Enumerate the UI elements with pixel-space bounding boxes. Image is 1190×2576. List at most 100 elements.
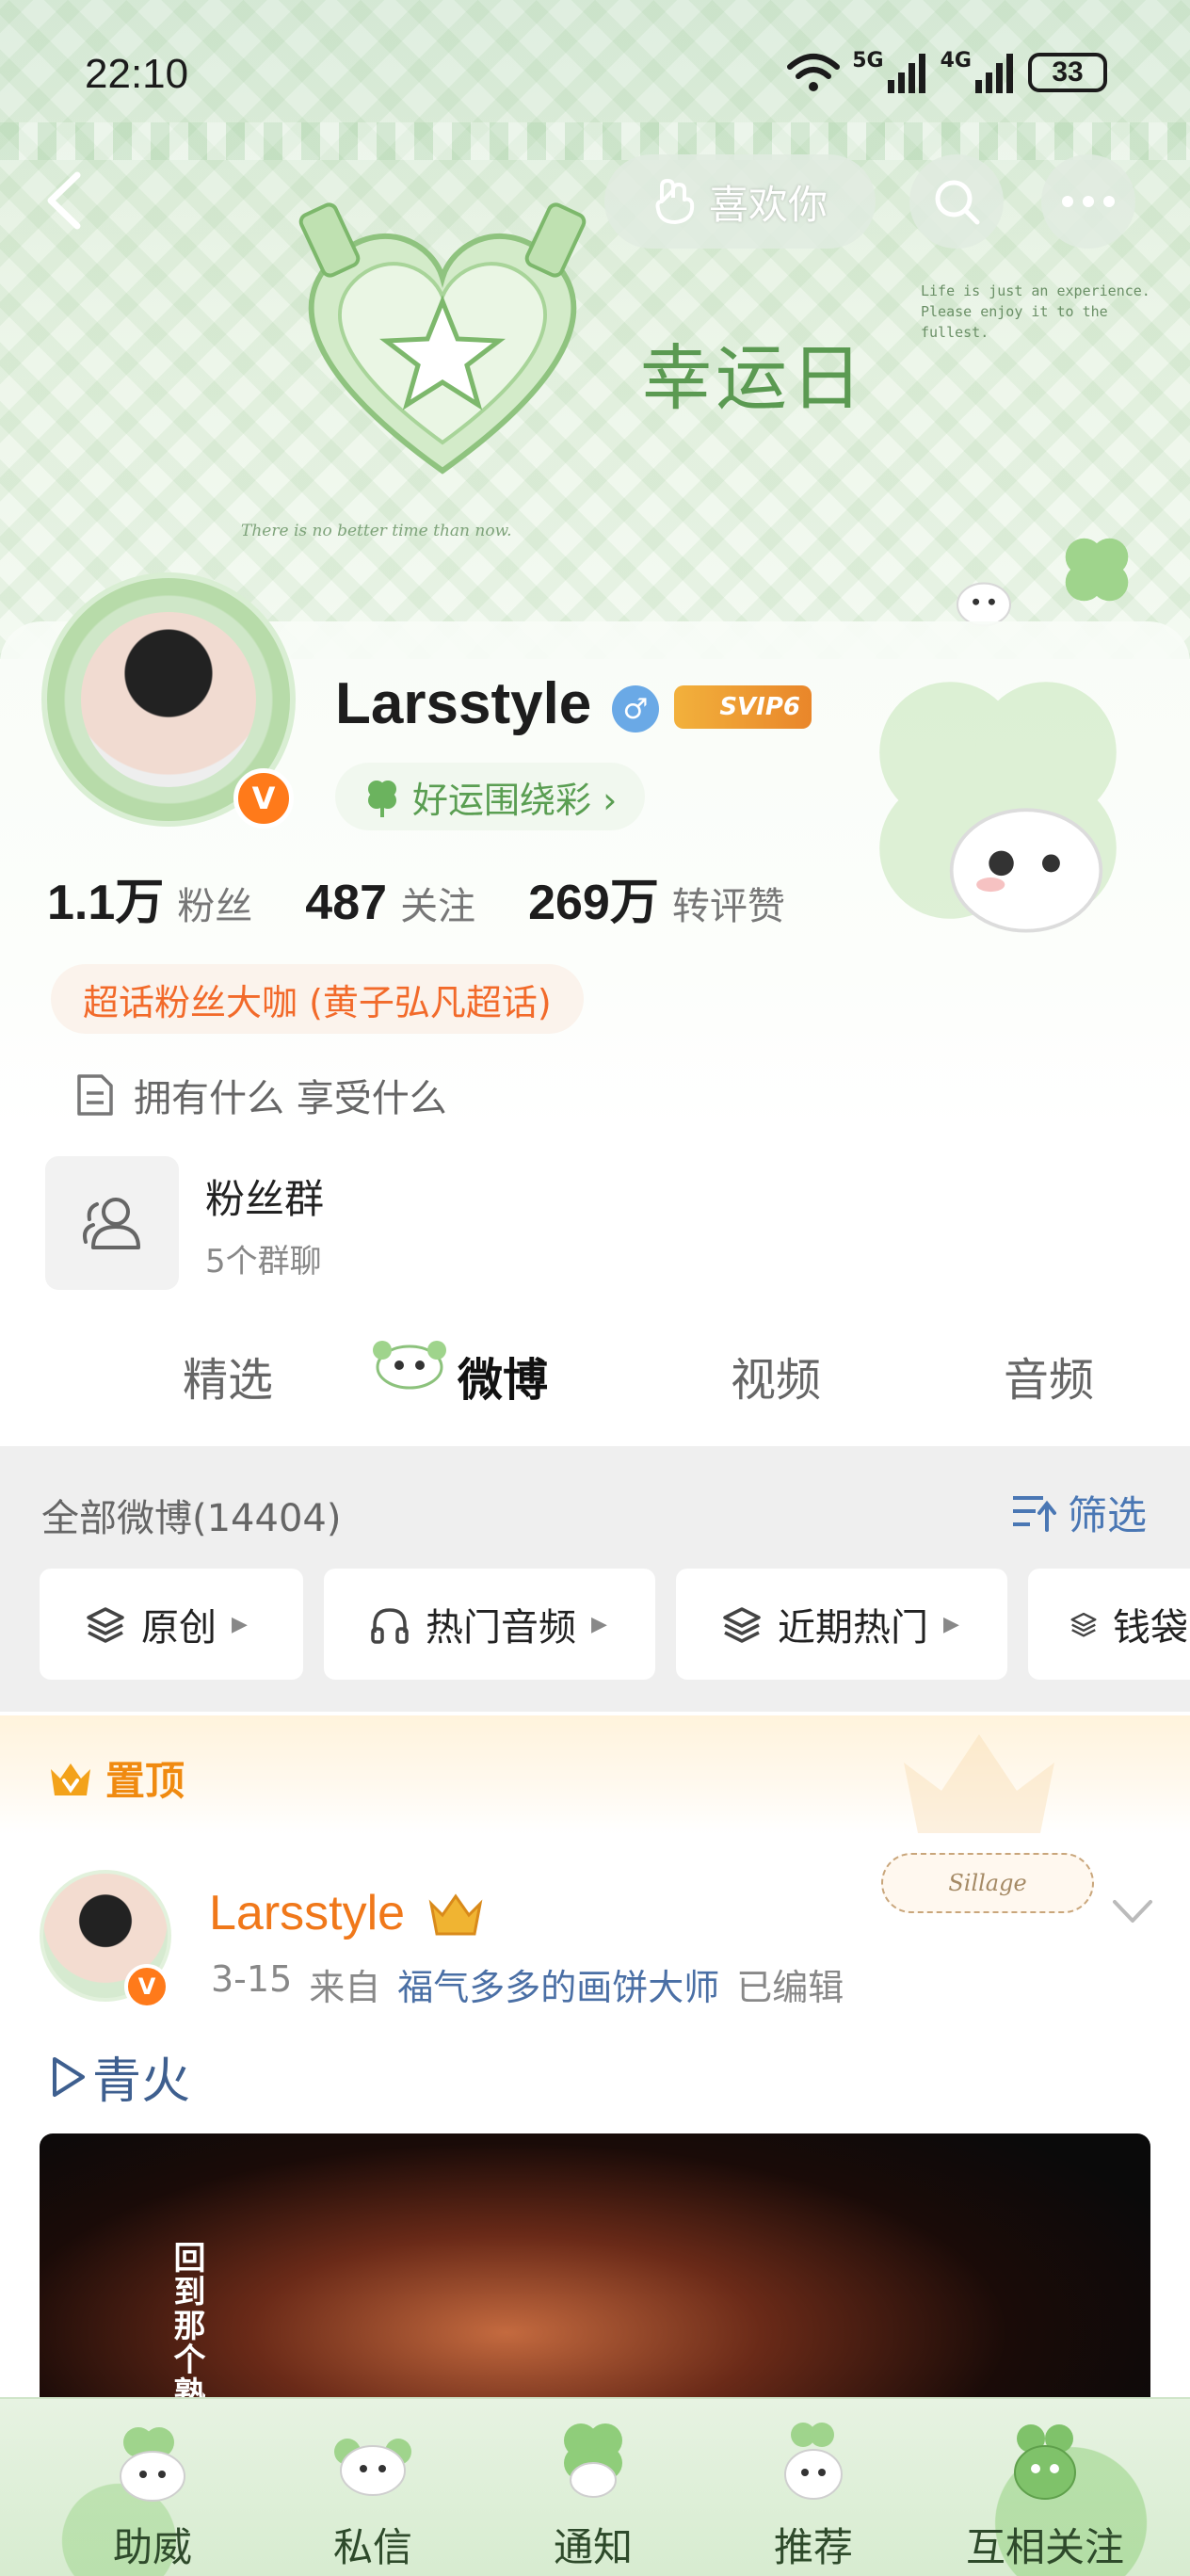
svip-badge[interactable]: SVIP6	[674, 685, 812, 729]
post-source[interactable]: 福气多多的画饼大师	[397, 1958, 719, 2010]
document-icon	[77, 1074, 113, 1116]
group-users-icon	[83, 1198, 140, 1249]
bottom-notify[interactable]: 通知	[499, 2399, 687, 2576]
mascot-clover-icon	[334, 2439, 411, 2496]
tab-featured[interactable]: 精选	[183, 1343, 273, 1409]
stat-number: 487	[305, 876, 388, 930]
caret-right-icon: ▶	[591, 1612, 607, 1636]
post-author-name[interactable]: Larsstyle	[209, 1885, 405, 1941]
network-5g-label: 5G	[852, 49, 884, 72]
bottom-recommend[interactable]: 推荐	[719, 2399, 908, 2576]
post-title[interactable]: 青火	[49, 2041, 190, 2112]
mascot-icon	[949, 808, 1103, 933]
bottom-label: 推荐	[773, 2524, 853, 2570]
banner-title: 幸运日	[640, 336, 866, 420]
mascot-clover-icon	[784, 2423, 843, 2500]
stat-label: 粉丝	[177, 885, 253, 928]
more-dots-icon	[1062, 196, 1115, 207]
pinned-text: 置顶	[105, 1758, 185, 1804]
bottom-message[interactable]: 私信	[279, 2399, 467, 2576]
username: Larsstyle	[335, 671, 592, 736]
post-title-text: 青火	[92, 2053, 191, 2110]
status-bar: 22:10 5G 4G 33	[0, 0, 1190, 151]
bottom-label: 助威	[112, 2524, 192, 2570]
banner-note: Life is just an experience. Please enjoy…	[921, 282, 1150, 341]
tab-weibo[interactable]: 微博	[458, 1343, 548, 1409]
bottom-label: 通知	[553, 2524, 633, 2570]
chevron-down-icon[interactable]	[1109, 1894, 1156, 1928]
caret-right-icon: ▶	[232, 1612, 248, 1636]
decoration-card: Sillage	[881, 1853, 1094, 1913]
stat-interactions[interactable]: 269万 转评赞	[528, 862, 785, 933]
fan-group-entry[interactable]: 粉丝群 5个群聊	[45, 1156, 704, 1292]
crown-watermark-icon	[904, 1734, 1054, 1833]
profile-tabs: 精选 微博 视频 音频	[0, 1314, 1190, 1446]
clover-icon	[1065, 538, 1129, 602]
status-time: 22:10	[85, 51, 189, 97]
vip-crown-icon	[428, 1893, 483, 1936]
stat-number: 269万	[528, 876, 659, 930]
layers-icon	[1070, 1612, 1097, 1637]
bottom-mutual-follow[interactable]: 互相关注	[941, 2399, 1149, 2576]
like-you-label: 喜欢你	[708, 181, 828, 228]
layers-icon	[723, 1607, 761, 1643]
filter-section: 全部微博(14404) 筛选 原创 ▶ 热门音频 ▶ 近期热门 ▶ 钱袋	[0, 1446, 1190, 1712]
back-arrow-icon[interactable]	[38, 168, 94, 233]
bottom-label: 互相关注	[965, 2524, 1124, 2570]
banner-tagline: There is no better time than now.	[241, 522, 512, 540]
verified-badge-icon: V	[233, 768, 294, 829]
bottom-label: 私信	[332, 2524, 412, 2570]
post-from-label: 来自	[309, 1967, 381, 2008]
headphones-icon	[371, 1608, 409, 1644]
chip-label: 近期热门	[778, 1606, 928, 1650]
play-icon	[53, 2056, 85, 2097]
mascot-clover-icon	[564, 2423, 622, 2498]
male-gender-icon: ♂	[612, 685, 659, 733]
status-icons: 5G 4G 33	[786, 49, 1107, 96]
more-button[interactable]	[1041, 154, 1135, 249]
chip-hot-audio[interactable]: 热门音频 ▶	[324, 1569, 655, 1680]
filter-chips: 原创 ▶ 热门音频 ▶ 近期热门 ▶ 钱袋	[40, 1569, 1190, 1680]
all-posts-count: 全部微博(14404)	[41, 1497, 342, 1540]
chip-label: 原创	[141, 1606, 217, 1650]
supertopic-fan-badge[interactable]: 超话粉丝大咖 (黄子弘凡超话)	[51, 964, 584, 1034]
verified-badge-icon: V	[124, 1964, 169, 2009]
profile-stats: 1.1万 粉丝 487 关注 269万 转评赞	[47, 862, 785, 933]
group-icon-container	[45, 1156, 179, 1290]
fan-group-subtitle: 5个群聊	[205, 1243, 322, 1280]
chip-recent-hot[interactable]: 近期热门 ▶	[676, 1569, 1007, 1680]
luck-pill-label: 好运围绕彩 ›	[412, 779, 618, 821]
pinned-label: 置顶	[47, 1749, 185, 1807]
post-edited: 已编辑	[736, 1967, 844, 2008]
post-date: 3-15	[211, 1958, 293, 2000]
signal-icon	[887, 54, 925, 93]
benefit-label: 拥有什么 享受什么	[134, 1077, 447, 1120]
tab-video[interactable]: 视频	[731, 1343, 821, 1409]
wifi-icon	[787, 54, 841, 91]
crown-icon	[51, 1763, 90, 1795]
tab-audio[interactable]: 音频	[1004, 1343, 1094, 1409]
layers-icon	[87, 1607, 124, 1643]
like-you-button[interactable]: 喜欢你	[604, 154, 876, 249]
filter-button[interactable]: 筛选	[1009, 1484, 1147, 1541]
pinned-header: 置顶	[0, 1715, 1190, 1834]
mascot-clover-icon	[1014, 2424, 1076, 2500]
stat-label: 转评赞	[671, 885, 785, 928]
clover-icon	[368, 781, 396, 817]
benefit-row[interactable]: 拥有什么 享受什么	[75, 1068, 447, 1122]
avatar-photo	[81, 612, 256, 787]
mascot-clover-icon	[120, 2427, 185, 2502]
battery-indicator: 33	[1028, 53, 1107, 92]
chip-original[interactable]: 原创 ▶	[40, 1569, 303, 1680]
stat-following[interactable]: 487 关注	[305, 875, 475, 931]
network-4g-label: 4G	[940, 49, 972, 72]
mascot-icon	[373, 1341, 446, 1390]
luck-pill[interactable]: 好运围绕彩 ›	[335, 763, 646, 830]
stat-followers[interactable]: 1.1万 粉丝	[47, 862, 252, 933]
heart-decoration	[298, 202, 587, 475]
chip-wallet[interactable]: 钱袋	[1028, 1569, 1190, 1680]
bottom-cheer[interactable]: 助威	[58, 2399, 247, 2576]
caret-right-icon: ▶	[943, 1612, 959, 1636]
filter-sort-icon	[1012, 1495, 1056, 1532]
search-button[interactable]	[909, 154, 1004, 249]
